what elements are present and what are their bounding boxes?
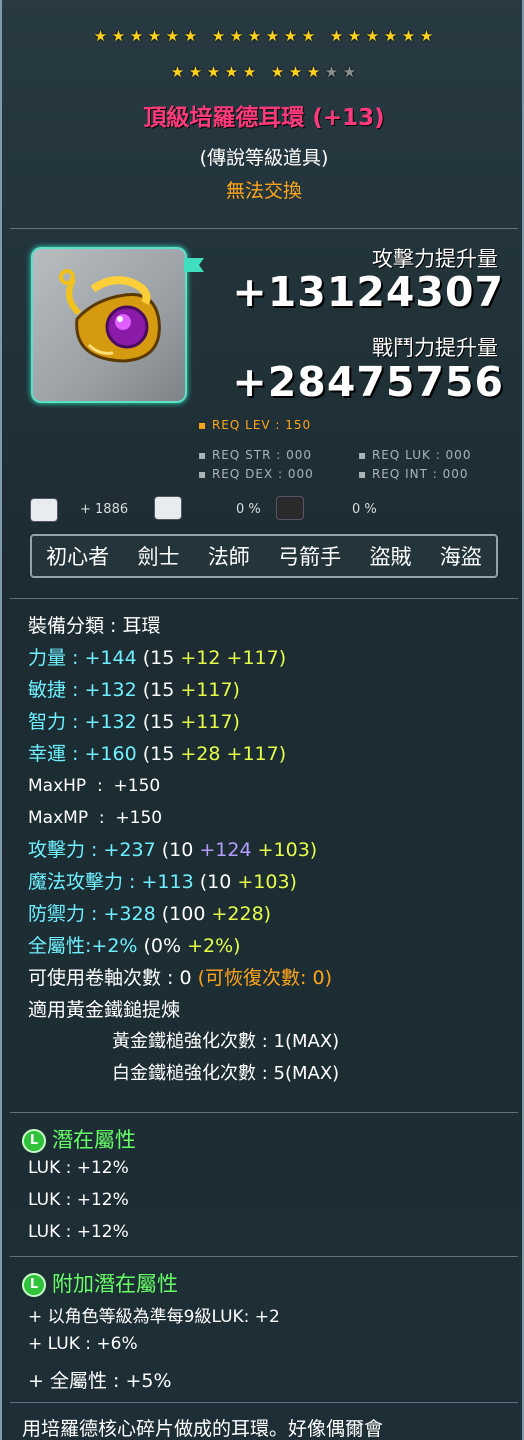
star-force-row-1: ★ ★ ★ ★ ★ ★ ★ ★ ★ ★ ★ ★ ★ ★ ★ ★ ★ ★ (2, 26, 522, 46)
potential-line-3: LUK : +12% (28, 1222, 129, 1242)
potential-header: L 潛在屬性 (22, 1124, 136, 1154)
equip-category: 裝備分類 : 耳環 (28, 615, 161, 637)
percent-2: 0 % (352, 502, 377, 517)
star-icon: ★ (211, 27, 227, 45)
star-icon: ★ (111, 27, 127, 45)
star-icon: ★ (401, 27, 417, 45)
shield-icon (276, 496, 304, 520)
star-icon: ★ (365, 27, 381, 45)
star-icon: ★ (188, 63, 204, 81)
bonus-potential-line-1: + 以角色等級為準每9級LUK: +2 (28, 1307, 280, 1327)
star-icon: ★ (301, 27, 317, 45)
star-icon: ★ (170, 63, 186, 81)
job-warrior: 劍士 (137, 545, 180, 569)
upgrade-icon (154, 496, 182, 520)
star-icon: ★ (93, 27, 109, 45)
growth-icon (30, 498, 58, 522)
star-icon: ★ (329, 27, 345, 45)
potential-line-1: LUK : +12% (28, 1158, 129, 1178)
stat-attack: 攻擊力 : +237 (10 +124 +103) (28, 839, 318, 861)
star-icon: ★ (229, 27, 245, 45)
req-str: ▪ REQ STR : 000 (198, 448, 312, 462)
item-name: 頂級培羅德耳環 (+13) (143, 105, 385, 131)
job-archer: 弓箭手 (278, 545, 342, 569)
star-empty-icon: ★ (324, 63, 340, 81)
star-icon: ★ (347, 27, 363, 45)
divider (10, 1112, 518, 1113)
stat-all: 全屬性:+2% (0% +2%) (28, 935, 241, 957)
bookmark-icon (184, 258, 204, 272)
hammer-title: 適用黃金鐵鎚提煉 (28, 999, 181, 1021)
bonus-potential-line-3: + 全屬性 : +5% (28, 1370, 172, 1392)
stat-maxmp: MaxMP : +150 (28, 808, 163, 828)
percent-1: 0 % (236, 502, 261, 517)
gold-hammer-count: 黃金鐵槌強化次數 : 1(MAX) (112, 1031, 340, 1052)
divider (10, 228, 518, 229)
stat-defense: 防禦力 : +328 (100 +228) (28, 903, 272, 925)
job-pirate: 海盜 (439, 545, 482, 569)
star-icon: ★ (283, 27, 299, 45)
star-force-row-2: ★ ★ ★ ★ ★ ★ ★ ★ ★ ★ (2, 62, 522, 82)
star-icon: ★ (419, 27, 435, 45)
item-tooltip: ★ ★ ★ ★ ★ ★ ★ ★ ★ ★ ★ ★ ★ ★ ★ ★ ★ ★ ★ ★ ★ ★ ★ ★ ★ ★ ★ ★ 頂級培羅德耳環 (+… (0, 0, 524, 1440)
divider (10, 1256, 518, 1257)
star-icon: ★ (129, 27, 145, 45)
star-icon: ★ (306, 63, 322, 81)
legendary-grade-icon: L (22, 1129, 46, 1153)
bonus-potential-header: L 附加潛在屬性 (22, 1268, 178, 1298)
job-beginner: 初心者 (46, 545, 110, 569)
star-icon: ★ (165, 27, 181, 45)
scroll-slots: 可使用卷軸次數 : 0 (可恢復次數: 0) (28, 967, 332, 989)
req-level: ▪ REQ LEV : 150 (198, 418, 312, 432)
stat-str: 力量 : +144 (15 +12 +117) (28, 647, 287, 669)
stat-int: 智力 : +132 (15 +117) (28, 711, 240, 733)
attack-boost-value: +13124307 (232, 268, 504, 316)
trade-status: 無法交換 (225, 180, 302, 202)
potential-line-2: LUK : +12% (28, 1190, 129, 1210)
growth-value: + 1886 (80, 502, 129, 517)
stat-dex: 敏捷 : +132 (15 +117) (28, 679, 240, 701)
power-boost-value: +28475756 (232, 358, 504, 406)
item-description: 用培羅德核心碎片做成的耳環。好像偶爾會 (22, 1418, 384, 1440)
stat-magic-attack: 魔法攻擊力 : +113 (10 +103) (28, 871, 297, 893)
stat-luk: 幸運 : +160 (15 +28 +117) (28, 743, 287, 765)
job-thief: 盜賊 (369, 545, 412, 569)
req-dex: ▪ REQ DEX : 000 (198, 467, 314, 481)
bonus-potential-line-2: + LUK : +6% (28, 1334, 138, 1354)
stat-maxhp: MaxHP : +150 (28, 776, 161, 796)
star-icon: ★ (288, 63, 304, 81)
star-icon: ★ (242, 63, 258, 81)
earring-icon (59, 269, 161, 363)
req-int: ▪ REQ INT : 000 (358, 467, 469, 481)
star-icon: ★ (224, 63, 240, 81)
item-icon-frame (31, 247, 187, 403)
item-grade: (傳說等級道具) (199, 147, 329, 169)
star-icon: ★ (270, 63, 286, 81)
star-icon: ★ (147, 27, 163, 45)
star-icon: ★ (383, 27, 399, 45)
legendary-grade-icon: L (22, 1273, 46, 1297)
divider (10, 598, 518, 599)
star-icon: ★ (265, 27, 281, 45)
job-requirements: 初心者 劍士 法師 弓箭手 盜賊 海盜 (30, 534, 498, 578)
star-icon: ★ (247, 27, 263, 45)
star-icon: ★ (206, 63, 222, 81)
divider (10, 1402, 518, 1403)
job-magician: 法師 (207, 545, 250, 569)
req-luk: ▪ REQ LUK : 000 (358, 448, 472, 462)
platinum-hammer-count: 白金鐵槌強化次數 : 5(MAX) (112, 1063, 340, 1084)
star-empty-icon: ★ (342, 63, 358, 81)
star-icon: ★ (183, 27, 199, 45)
